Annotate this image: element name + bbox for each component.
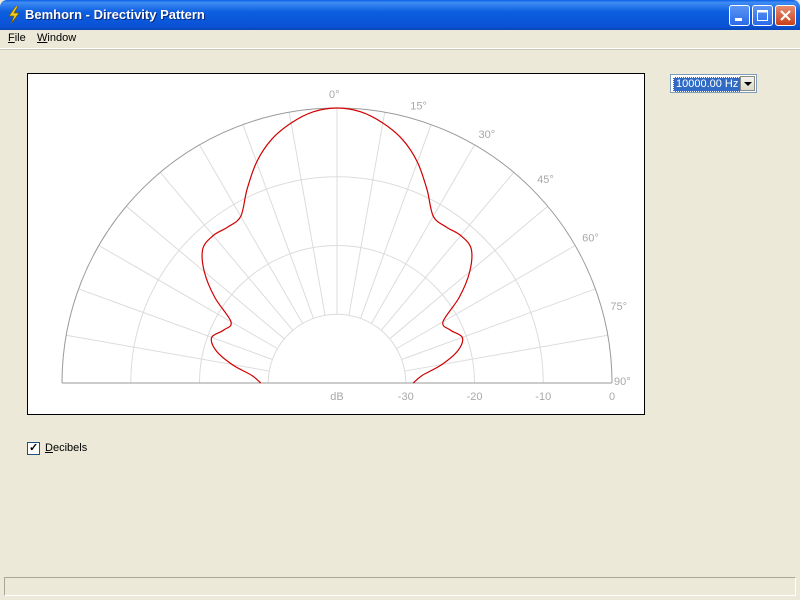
grid-spoke [360,124,432,319]
grid-spoke [396,245,576,350]
radial-label: -20 [467,391,483,403]
angle-label: 15° [410,101,427,113]
title-bar[interactable]: Bemhorn - Directivity Pattern [0,0,800,30]
angle-label: 45° [537,174,554,186]
minimize-icon [735,18,742,21]
status-bar [4,577,796,596]
menu-file[interactable]: File [8,32,26,44]
menu-window[interactable]: Window [37,32,76,44]
grid-spoke [401,288,596,360]
angle-label: 30° [479,129,496,141]
radial-label: -30 [398,391,414,403]
menu-bar: File Window [0,30,800,49]
grid-spoke [242,124,314,319]
lightning-bolt-icon [8,6,20,24]
window-title: Bemhorn - Directivity Pattern [25,7,205,22]
grid-spoke [98,245,278,350]
radial-label: -10 [535,391,551,403]
grid-spoke [66,334,270,372]
angle-label: 90° [614,376,631,388]
angle-label: 60° [582,233,599,245]
directivity-plot: 0° 15° 30° 45° 60° 75° 90° dB -30 -20 -10 0 [27,73,645,415]
radial-label: dB [330,391,343,403]
decibels-checkbox[interactable]: ✓ [27,442,40,455]
decibels-label[interactable]: Decibels [45,442,87,454]
minimize-button[interactable] [729,5,750,26]
maximize-button[interactable] [752,5,773,26]
close-icon [780,10,791,21]
check-icon: ✓ [29,442,39,454]
polar-chart: 0° 15° 30° 45° 60° 75° 90° dB -30 -20 -10 0 [61,89,631,403]
grid-spoke [78,288,273,360]
grid-spoke [288,112,326,316]
radial-label: 0 [609,391,615,403]
frequency-value: 10000.00 Hz [673,77,742,92]
grid-spoke [404,334,608,372]
angle-label: 75° [610,301,627,313]
frequency-select[interactable]: 10000.00 Hz [670,74,757,93]
angle-label: 0° [329,89,340,101]
close-button[interactable] [775,5,796,26]
maximize-icon [757,10,768,21]
grid-spoke [348,112,386,316]
grid-arc [267,313,407,384]
dropdown-arrow-icon[interactable] [740,76,755,91]
